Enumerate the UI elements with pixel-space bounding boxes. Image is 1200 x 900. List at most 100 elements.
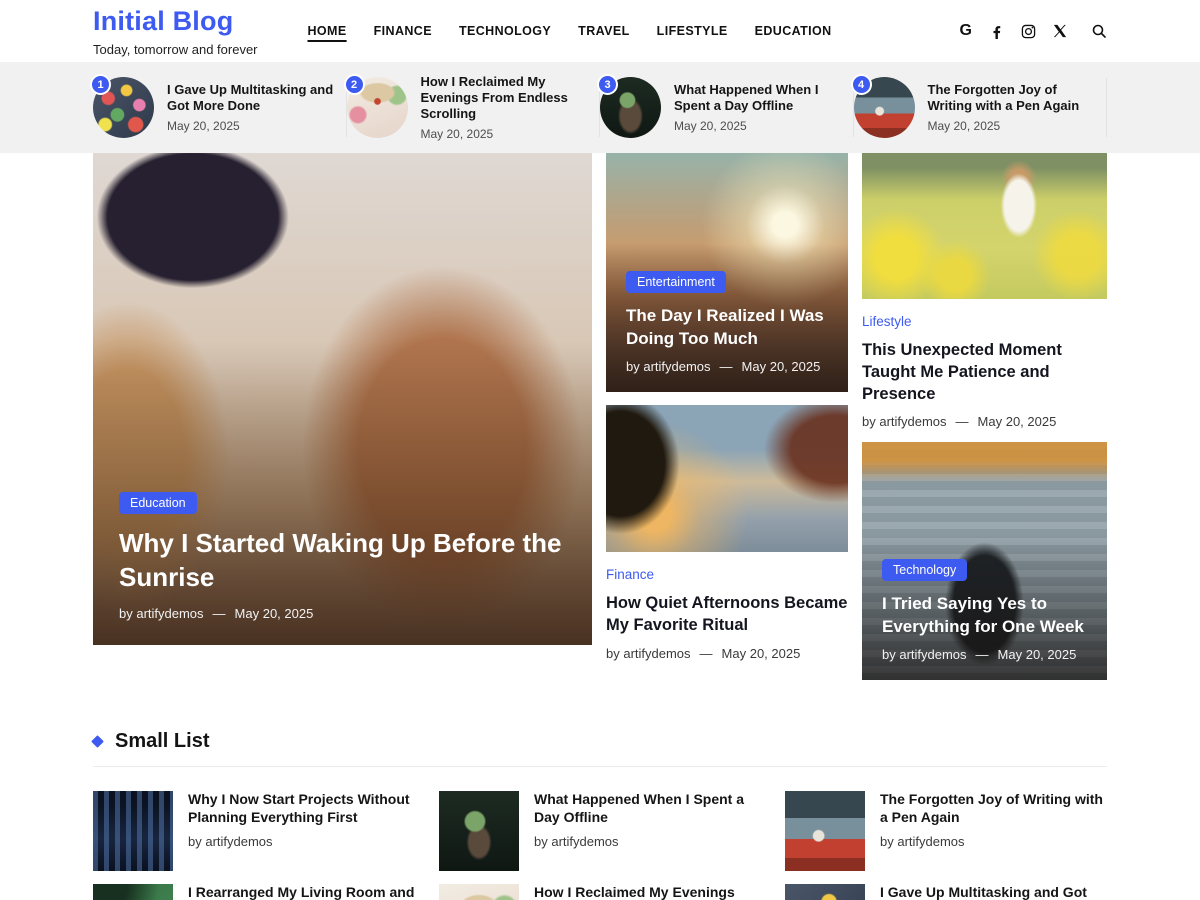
post-thumbnail[interactable] bbox=[862, 153, 1107, 299]
site-header: Initial Blog Today, tomorrow and forever… bbox=[0, 0, 1200, 62]
post-card-finance: Finance How Quiet Afternoons Became My F… bbox=[606, 405, 848, 661]
post-thumbnail[interactable] bbox=[785, 791, 865, 871]
ticker-item[interactable]: 2 How I Reclaimed My Evenings From Endle… bbox=[347, 62, 601, 153]
meta-separator: — bbox=[956, 414, 969, 429]
ticker-item[interactable]: 3 What Happened When I Spent a Day Offli… bbox=[600, 62, 854, 153]
post-thumbnail[interactable]: 3 bbox=[600, 77, 661, 138]
category-badge[interactable]: Technology bbox=[882, 559, 967, 581]
post-title[interactable]: Why I Now Start Projects Without Plannin… bbox=[188, 791, 415, 827]
post-title[interactable]: What Happened When I Spent a Day Offline bbox=[674, 82, 842, 115]
diamond-icon bbox=[91, 735, 104, 748]
nav-item-technology[interactable]: TECHNOLOGY bbox=[459, 24, 551, 38]
ticker-text: What Happened When I Spent a Day Offline… bbox=[674, 82, 842, 134]
ticker-item[interactable]: 4 The Forgotten Joy of Writing with a Pe… bbox=[854, 62, 1108, 153]
list-item[interactable]: What Happened When I Spent a Day Offline… bbox=[439, 791, 761, 871]
post-card-entertainment[interactable]: Entertainment The Day I Realized I Was D… bbox=[606, 153, 848, 392]
post-title[interactable]: What Happened When I Spent a Day Offline bbox=[534, 791, 761, 827]
post-author: by artifydemos bbox=[862, 414, 947, 429]
middle-column: Entertainment The Day I Realized I Was D… bbox=[606, 153, 848, 680]
small-list-grid: Why I Now Start Projects Without Plannin… bbox=[93, 791, 1107, 900]
post-thumbnail[interactable] bbox=[606, 405, 848, 552]
list-item-text: The Forgotten Joy of Writing with a Pen … bbox=[880, 791, 1107, 871]
meta-separator: — bbox=[976, 647, 989, 662]
featured-overlay: Education Why I Started Waking Up Before… bbox=[93, 468, 592, 645]
post-title[interactable]: I Tried Saying Yes to Everything for One… bbox=[882, 593, 1087, 638]
card-overlay: Entertainment The Day I Realized I Was D… bbox=[606, 253, 848, 392]
header-icons: G bbox=[960, 22, 1107, 40]
post-meta: by artifydemos — May 20, 2025 bbox=[626, 359, 828, 374]
category-link[interactable]: Finance bbox=[606, 567, 654, 582]
post-title[interactable]: The Forgotten Joy of Writing with a Pen … bbox=[880, 791, 1107, 827]
list-item-text: How I Reclaimed My Evenings From bbox=[534, 884, 761, 900]
ticker-item[interactable]: 1 I Gave Up Multitasking and Got More Do… bbox=[93, 62, 347, 153]
post-date: May 20, 2025 bbox=[235, 606, 314, 621]
post-thumbnail[interactable] bbox=[785, 884, 865, 900]
list-item[interactable]: I Rearranged My Living Room and bbox=[93, 884, 415, 900]
rank-badge: 1 bbox=[90, 74, 111, 95]
post-thumbnail[interactable] bbox=[439, 791, 519, 871]
post-thumbnail[interactable] bbox=[93, 791, 173, 871]
card-overlay: Technology I Tried Saying Yes to Everyth… bbox=[862, 541, 1107, 680]
post-thumbnail[interactable] bbox=[439, 884, 519, 900]
list-item[interactable]: I Gave Up Multitasking and Got More bbox=[785, 884, 1107, 900]
post-date: May 20, 2025 bbox=[742, 359, 821, 374]
instagram-icon[interactable] bbox=[1021, 24, 1036, 39]
post-thumbnail[interactable] bbox=[93, 884, 173, 900]
post-author: by artifydemos bbox=[534, 834, 761, 849]
post-title[interactable]: The Forgotten Joy of Writing with a Pen … bbox=[928, 82, 1096, 115]
list-item[interactable]: The Forgotten Joy of Writing with a Pen … bbox=[785, 791, 1107, 871]
featured-post[interactable]: Education Why I Started Waking Up Before… bbox=[93, 153, 592, 645]
post-author: by artifydemos bbox=[188, 834, 415, 849]
rank-badge: 2 bbox=[344, 74, 365, 95]
list-item[interactable]: Why I Now Start Projects Without Plannin… bbox=[93, 791, 415, 871]
post-author: by artifydemos bbox=[626, 359, 711, 374]
post-title[interactable]: The Day I Realized I Was Doing Too Much bbox=[626, 305, 828, 350]
post-author: by artifydemos bbox=[882, 647, 967, 662]
nav-item-home[interactable]: HOME bbox=[308, 24, 347, 38]
post-title[interactable]: I Gave Up Multitasking and Got More Done bbox=[167, 82, 335, 115]
post-author: by artifydemos bbox=[119, 606, 204, 621]
rank-badge: 4 bbox=[851, 74, 872, 95]
main-nav: HOME FINANCE TECHNOLOGY TRAVEL LIFESTYLE… bbox=[308, 24, 832, 38]
post-card-technology[interactable]: Technology I Tried Saying Yes to Everyth… bbox=[862, 442, 1107, 680]
section-divider bbox=[93, 766, 1107, 767]
nav-item-education[interactable]: EDUCATION bbox=[755, 24, 832, 38]
post-title[interactable]: This Unexpected Moment Taught Me Patienc… bbox=[862, 340, 1107, 405]
post-meta: by artifydemos—May 20, 2025 bbox=[606, 646, 848, 661]
list-item-text: I Gave Up Multitasking and Got More bbox=[880, 884, 1107, 900]
category-badge[interactable]: Entertainment bbox=[626, 271, 726, 293]
post-meta: by artifydemos — May 20, 2025 bbox=[882, 647, 1087, 662]
post-title[interactable]: How I Reclaimed My Evenings From Endless… bbox=[421, 74, 589, 123]
post-title[interactable]: I Rearranged My Living Room and bbox=[188, 884, 414, 900]
x-twitter-icon[interactable] bbox=[1053, 24, 1067, 38]
post-date: May 20, 2025 bbox=[998, 647, 1077, 662]
post-title[interactable]: Why I Started Waking Up Before the Sunri… bbox=[119, 527, 566, 595]
post-title[interactable]: How Quiet Afternoons Became My Favorite … bbox=[606, 593, 848, 637]
post-date: May 20, 2025 bbox=[722, 646, 801, 661]
post-title[interactable]: How I Reclaimed My Evenings From bbox=[534, 884, 761, 900]
nav-item-finance[interactable]: FINANCE bbox=[374, 24, 432, 38]
meta-separator: — bbox=[720, 359, 733, 374]
post-thumbnail[interactable]: 1 bbox=[93, 77, 154, 138]
facebook-icon[interactable] bbox=[989, 24, 1004, 39]
category-link[interactable]: Lifestyle bbox=[862, 314, 912, 329]
post-author: by artifydemos bbox=[880, 834, 1107, 849]
ticker-text: I Gave Up Multitasking and Got More Done… bbox=[167, 82, 335, 134]
search-icon[interactable] bbox=[1091, 23, 1107, 39]
small-list-section: Small List Why I Now Start Projects With… bbox=[93, 730, 1107, 900]
post-title[interactable]: I Gave Up Multitasking and Got More bbox=[880, 884, 1107, 900]
post-thumbnail[interactable]: 2 bbox=[347, 77, 408, 138]
post-thumbnail[interactable]: 4 bbox=[854, 77, 915, 138]
category-badge[interactable]: Education bbox=[119, 492, 197, 514]
site-logo[interactable]: Initial Blog bbox=[93, 6, 258, 37]
nav-item-travel[interactable]: TRAVEL bbox=[578, 24, 629, 38]
list-item[interactable]: How I Reclaimed My Evenings From bbox=[439, 884, 761, 900]
post-meta: by artifydemos — May 20, 2025 bbox=[119, 606, 566, 621]
nav-item-lifestyle[interactable]: LIFESTYLE bbox=[657, 24, 728, 38]
rank-badge: 3 bbox=[597, 74, 618, 95]
google-icon[interactable]: G bbox=[960, 22, 972, 40]
post-card-lifestyle: Lifestyle This Unexpected Moment Taught … bbox=[862, 153, 1107, 429]
post-meta: by artifydemos—May 20, 2025 bbox=[862, 414, 1107, 429]
post-author: by artifydemos bbox=[606, 646, 691, 661]
meta-separator: — bbox=[213, 606, 226, 621]
